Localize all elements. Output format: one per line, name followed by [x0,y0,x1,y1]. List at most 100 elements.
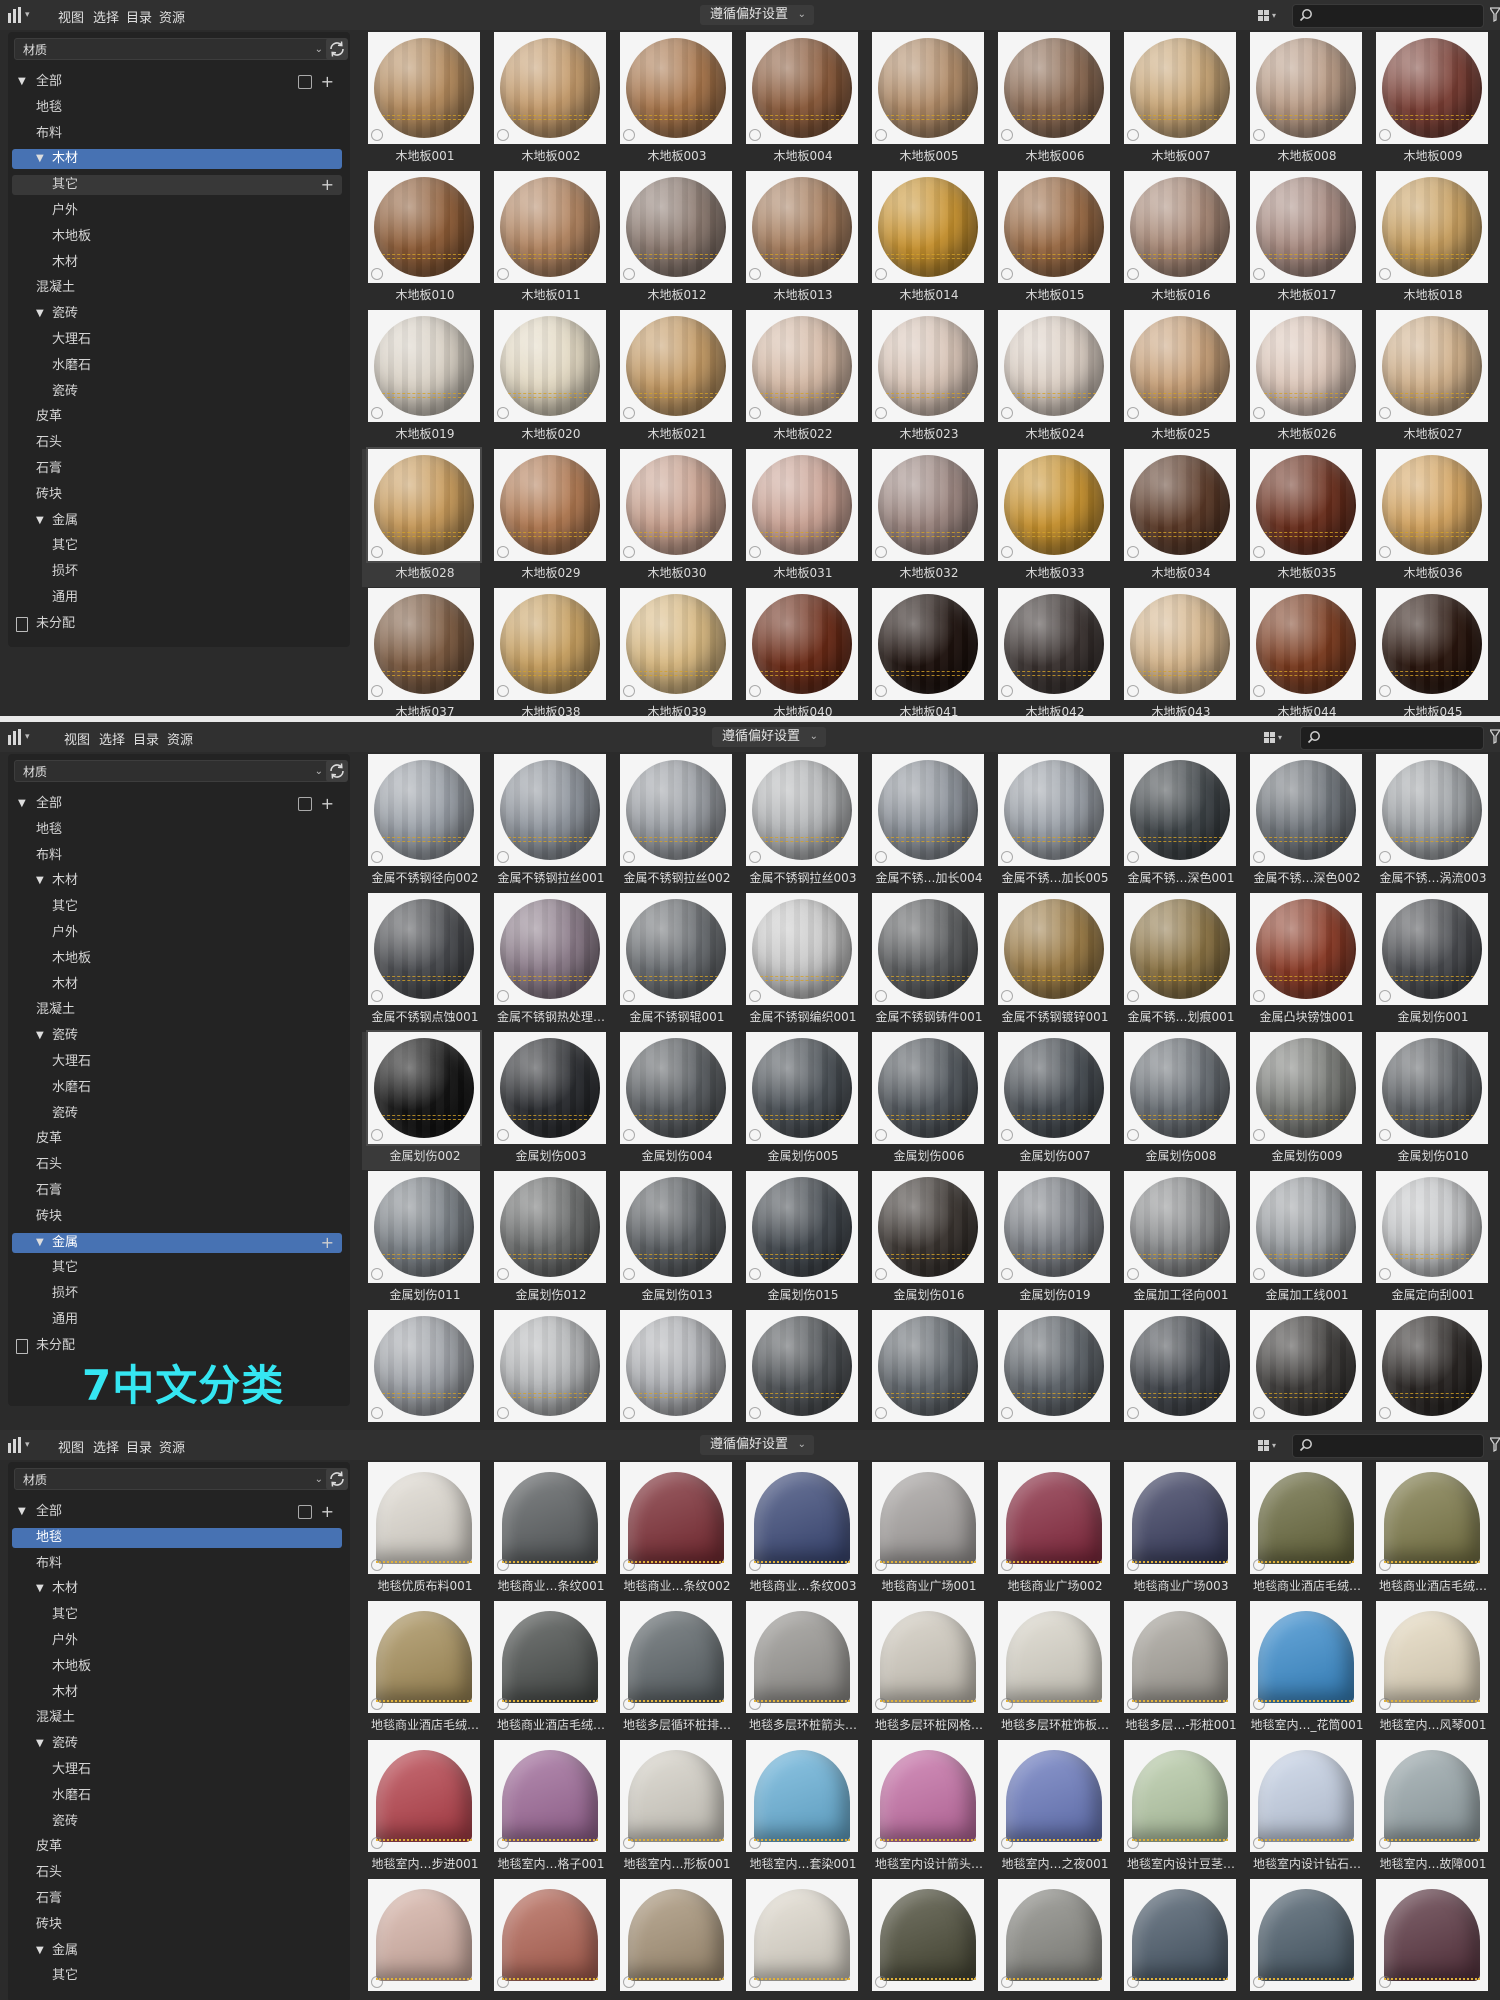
asset-tile[interactable]: 木地板005 [866,32,984,170]
asset-tile[interactable]: 木地板009 [1370,32,1488,170]
expand-arrow-icon[interactable]: ▼ [36,1579,44,1599]
asset-tile[interactable]: 地毯商业广场002 [992,1462,1110,1600]
asset-tile[interactable]: 地毯商业酒店毛绒… [1244,1462,1362,1600]
asset-tile[interactable]: 地毯室内…套染001 [740,1740,858,1878]
asset-library-select[interactable]: 材质 ⌄ [14,38,332,60]
display-mode-button[interactable]: ▾ [1252,1435,1282,1455]
catalog-item[interactable]: 户外 [12,201,342,221]
expand-arrow-icon[interactable]: ▼ [36,511,44,531]
catalog-item[interactable]: 通用 [12,1310,342,1330]
asset-tile[interactable]: 地毯多层循环桩排… [614,1601,732,1739]
new-catalog-icon[interactable] [298,1505,312,1519]
catalog-item[interactable]: ▼ 木材 [12,871,342,891]
asset-tile[interactable]: 金属划伤010 [1370,1032,1488,1170]
menu-view[interactable]: 视图 [64,729,90,748]
asset-tile[interactable]: 地毯商业酒店毛绒… [362,1601,480,1739]
refresh-library-button[interactable] [326,760,348,782]
asset-tile[interactable]: 木地板040 [740,588,858,716]
catalog-item[interactable]: 混凝土 [12,1000,342,1020]
catalog-item[interactable]: 损坏 [12,562,342,582]
catalog-item[interactable]: ▼ 全部 + [12,794,342,814]
asset-tile[interactable]: 地毯多层环桩网格… [866,1601,984,1739]
expand-arrow-icon[interactable]: ▼ [18,1502,26,1522]
import-method-dropdown[interactable]: 遵循偏好设置 ⌄ [700,5,815,25]
asset-tile[interactable] [1118,1310,1236,1434]
import-method-dropdown[interactable]: 遵循偏好设置 ⌄ [700,1435,815,1455]
catalog-item[interactable]: 其它 [12,1966,342,1986]
asset-tile[interactable]: 木地板026 [1244,310,1362,448]
catalog-item[interactable]: 布料 [12,846,342,866]
asset-tile[interactable]: 木地板001 [362,32,480,170]
asset-tile[interactable]: 地毯室内…步进001 [362,1740,480,1878]
asset-tile[interactable]: 金属不锈钢镀锌001 [992,893,1110,1031]
catalog-item[interactable]: 皮革 [12,407,342,427]
asset-tile[interactable]: 木地板023 [866,310,984,448]
asset-tile[interactable] [992,1310,1110,1434]
catalog-item[interactable]: 户外 [12,1631,342,1651]
asset-tile[interactable]: 木地板044 [1244,588,1362,716]
asset-tile[interactable]: 地毯多层环桩箭头… [740,1601,858,1739]
catalog-item[interactable]: 木材 [12,975,342,995]
catalog-item[interactable]: 瓷砖 [12,1812,342,1832]
filter-icon[interactable] [1488,6,1500,24]
asset-tile[interactable]: 木地板003 [614,32,732,170]
catalog-item[interactable]: 瓷砖 [12,1104,342,1124]
catalog-item[interactable]: 石膏 [12,459,342,479]
asset-tile[interactable]: 金属凸块镑蚀001 [1244,893,1362,1031]
asset-tile[interactable]: 地毯多层环桩饰板… [992,1601,1110,1739]
catalog-item[interactable]: ▼ 金属 [12,1941,342,1961]
asset-tile[interactable]: 地毯商业…条纹001 [488,1462,606,1600]
catalog-item[interactable]: 石膏 [12,1181,342,1201]
asset-tile[interactable]: 木地板015 [992,171,1110,309]
catalog-item[interactable]: ▼ 木材 [12,1579,342,1599]
asset-tile[interactable]: 金属划伤005 [740,1032,858,1170]
asset-tile[interactable]: 木地板028 [362,447,482,587]
asset-tile[interactable]: 木地板008 [1244,32,1362,170]
asset-tile[interactable]: 木地板014 [866,171,984,309]
catalog-item[interactable]: 大理石 [12,1760,342,1780]
editor-type-icon[interactable]: ▾ [8,1435,42,1455]
catalog-item[interactable]: 布料 [12,124,342,144]
menu-select[interactable]: 选择 [99,729,125,748]
catalog-item[interactable]: 皮革 [12,1129,342,1149]
asset-tile[interactable]: 木地板004 [740,32,858,170]
asset-tile[interactable]: 金属划伤013 [614,1171,732,1309]
asset-tile[interactable] [740,1310,858,1434]
asset-tile[interactable]: 地毯商业…条纹003 [740,1462,858,1600]
expand-arrow-icon[interactable]: ▼ [36,1233,44,1253]
catalog-item[interactable]: 大理石 [12,330,342,350]
refresh-library-button[interactable] [326,1468,348,1490]
asset-tile[interactable]: 金属不锈钢铸件001 [866,893,984,1031]
menu-select[interactable]: 选择 [93,7,119,26]
asset-tile[interactable]: 地毯室内…格子001 [488,1740,606,1878]
catalog-item[interactable]: 水磨石 [12,1786,342,1806]
asset-tile[interactable]: 金属不锈…加长005 [992,754,1110,892]
asset-tile[interactable]: 木地板035 [1244,449,1362,587]
menu-asset[interactable]: 资源 [159,1437,185,1456]
asset-tile[interactable]: 木地板033 [992,449,1110,587]
add-catalog-icon[interactable]: + [321,1502,334,1522]
asset-tile[interactable]: 木地板021 [614,310,732,448]
display-mode-button[interactable]: ▾ [1258,727,1288,747]
catalog-item[interactable]: 石膏 [12,1889,342,1909]
asset-tile[interactable]: 金属定向刮001 [1370,1171,1488,1309]
asset-tile[interactable]: 金属不锈…划痕001 [1118,893,1236,1031]
asset-tile[interactable]: 地毯室内设计箭头… [866,1740,984,1878]
asset-tile[interactable]: 地毯室内…形板001 [614,1740,732,1878]
catalog-item[interactable]: 皮革 [12,1837,342,1857]
new-catalog-icon[interactable] [298,75,312,89]
asset-tile[interactable] [740,1879,858,2000]
asset-tile[interactable]: 木地板020 [488,310,606,448]
catalog-item[interactable]: 木地板 [12,949,342,969]
catalog-item[interactable]: ▼ 全部 + [12,72,342,92]
asset-tile[interactable]: 木地板017 [1244,171,1362,309]
asset-tile[interactable]: 地毯多层…-形桩001 [1118,1601,1237,1739]
asset-tile[interactable] [1370,1310,1488,1434]
catalog-item[interactable]: 砖块 [12,1207,342,1227]
catalog-item[interactable]: 混凝土 [12,1708,342,1728]
asset-tile[interactable]: 木地板011 [488,171,606,309]
asset-tile[interactable]: 金属划伤007 [992,1032,1110,1170]
catalog-item[interactable]: 布料 [12,1554,342,1574]
asset-tile[interactable]: 金属不锈…涡流003 [1370,754,1488,892]
asset-library-select[interactable]: 材质 ⌄ [14,1468,332,1490]
